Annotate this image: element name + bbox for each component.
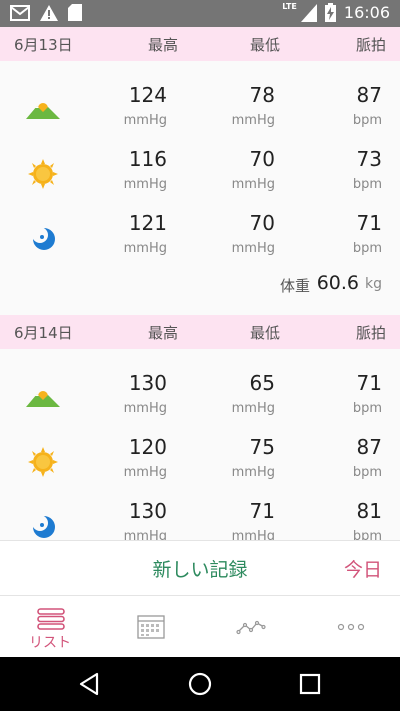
day-card[interactable]: 6月14日 最高 最低 脈拍 130 mmHg 65 mmHg 71 bpm 1… [0,315,400,540]
max-value: 130 [128,499,167,523]
max-value: 120 [128,435,167,459]
tab-list[interactable]: リスト [0,596,100,657]
new-record-button[interactable]: 新しい記録 [0,555,400,582]
weight-value: 60.6 [316,272,359,294]
weight-row: 体重 60.6 kg [0,269,400,303]
pulse-unit: bpm [352,529,382,540]
max-unit: mmHg [123,465,167,480]
tab-graph[interactable] [200,596,300,657]
mail-icon [10,4,30,21]
day-header: 6月14日 最高 最低 脈拍 [0,315,400,349]
min-value: 75 [249,435,275,459]
weight-unit: kg [365,276,382,292]
max-unit: mmHg [123,401,167,416]
max-value: 124 [128,83,167,107]
pulse-unit: bpm [352,177,382,192]
signal-icon [300,3,317,22]
bottom-navigation: リスト [0,596,400,657]
max-unit: mmHg [123,177,167,192]
max-value: 130 [128,371,167,395]
column-min-label: 最低 [250,35,281,54]
max-unit: mmHg [123,113,167,128]
day-date: 6月13日 [14,35,73,54]
min-unit: mmHg [231,465,275,480]
daytime-sun-icon [28,159,58,189]
column-max-label: 最高 [148,35,179,54]
sd-card-icon [68,4,82,21]
pulse-value: 73 [356,147,382,171]
action-bar: 新しい記録 今日 [0,540,400,596]
battery-charging-icon [324,3,336,22]
today-button[interactable]: 今日 [344,555,382,582]
network-type: LTE [282,2,297,11]
min-value: 70 [249,147,275,171]
home-icon[interactable] [187,671,213,697]
morning-mountain-icon [26,391,60,407]
day-header: 6月13日 最高 最低 脈拍 [0,27,400,61]
night-moon-icon [32,515,55,538]
system-icons: LTE 16:06 [282,3,390,22]
tab-more[interactable] [300,596,400,657]
min-unit: mmHg [231,241,275,256]
reading-row[interactable]: 130 mmHg 65 mmHg 71 bpm [0,365,400,429]
warning-icon [40,4,58,21]
pulse-value: 81 [356,499,382,523]
max-value: 121 [128,211,167,235]
max-unit: mmHg [123,529,167,540]
min-value: 70 [249,211,275,235]
pulse-unit: bpm [352,241,382,256]
pulse-value: 71 [356,211,382,235]
pulse-value: 87 [356,435,382,459]
weight-label: 体重 [279,277,310,295]
recents-icon[interactable] [297,671,323,697]
max-value: 116 [128,147,167,171]
records-list[interactable]: 6月13日 最高 最低 脈拍 124 mmHg 78 mmHg 87 bpm 1… [0,27,400,540]
column-pulse-label: 脈拍 [355,323,386,342]
clock: 16:06 [343,3,390,22]
reading-row[interactable]: 130 mmHg 71 mmHg 81 bpm [0,493,400,540]
min-value: 71 [249,499,275,523]
max-unit: mmHg [123,241,167,256]
system-navigation-bar [0,657,400,711]
column-pulse-label: 脈拍 [355,35,386,54]
reading-row[interactable]: 120 mmHg 75 mmHg 87 bpm [0,429,400,493]
min-unit: mmHg [231,401,275,416]
column-min-label: 最低 [250,323,281,342]
min-value: 78 [249,83,275,107]
more-icon [337,623,365,631]
pulse-unit: bpm [352,113,382,128]
min-value: 65 [249,371,275,395]
graph-icon [236,620,266,635]
min-unit: mmHg [231,177,275,192]
morning-mountain-icon [26,103,60,119]
back-icon[interactable] [77,671,103,697]
reading-row[interactable]: 124 mmHg 78 mmHg 87 bpm [0,77,400,141]
list-icon [37,608,65,630]
day-date: 6月14日 [14,323,73,342]
reading-row[interactable]: 121 mmHg 70 mmHg 71 bpm [0,205,400,269]
status-bar: LTE 16:06 [0,0,400,27]
pulse-unit: bpm [352,465,382,480]
min-unit: mmHg [231,113,275,128]
reading-row[interactable]: 116 mmHg 70 mmHg 73 bpm [0,141,400,205]
notification-icons [10,4,82,21]
pulse-unit: bpm [352,401,382,416]
daytime-sun-icon [28,447,58,477]
calendar-icon [137,615,165,639]
night-moon-icon [32,227,55,250]
tab-calendar[interactable] [100,596,200,657]
day-card[interactable]: 6月13日 最高 最低 脈拍 124 mmHg 78 mmHg 87 bpm 1… [0,27,400,315]
pulse-value: 87 [356,83,382,107]
tab-list-label: リスト [29,635,71,651]
pulse-value: 71 [356,371,382,395]
column-max-label: 最高 [148,323,179,342]
min-unit: mmHg [231,529,275,540]
